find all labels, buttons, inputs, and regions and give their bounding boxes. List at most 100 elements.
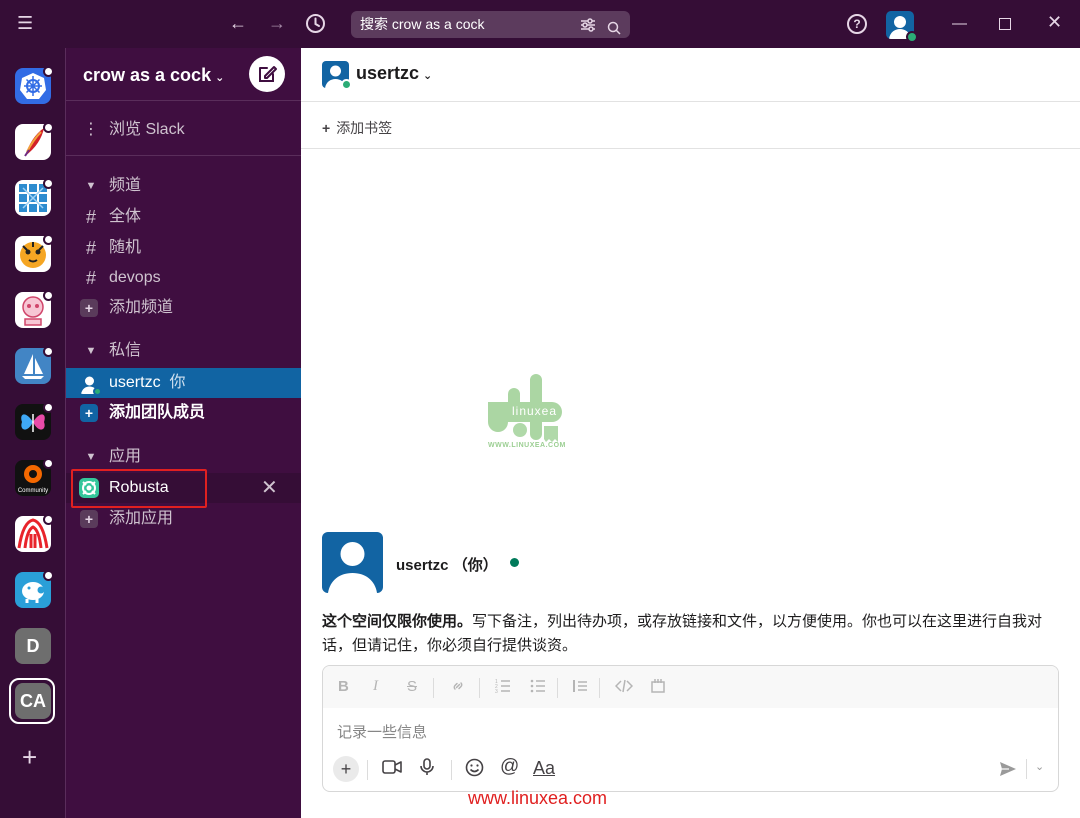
send-icon[interactable]: [999, 760, 1017, 778]
add-channel-label: 添加频道: [109, 299, 174, 316]
section-channels[interactable]: ▼ 频道: [66, 171, 302, 201]
bold-icon[interactable]: B: [338, 678, 349, 695]
add-app[interactable]: + 添加应用: [66, 504, 302, 534]
add-workspace-icon[interactable]: +: [22, 744, 37, 770]
add-app-label: 添加应用: [109, 510, 174, 527]
sidebar: crow as a cock ⌄ ⋮ 浏览 Slack ▼ 频道 # 全体 # 随…: [65, 48, 302, 818]
unread-dot: [43, 458, 54, 469]
attach-plus-button[interactable]: +: [333, 756, 359, 782]
maximize-icon[interactable]: [999, 18, 1011, 30]
filter-icon[interactable]: [580, 11, 596, 41]
add-team-member[interactable]: + 添加团队成员: [66, 398, 302, 428]
search-bar[interactable]: 搜索 crow as a cock: [351, 11, 630, 38]
format-text-icon[interactable]: Aa: [533, 758, 555, 779]
profile-avatar[interactable]: [322, 532, 383, 593]
profile-name[interactable]: usertzc （你）: [396, 554, 498, 575]
blockquote-icon[interactable]: [572, 678, 588, 698]
unread-dot: [43, 66, 54, 77]
channel-title[interactable]: usertzc ⌄: [356, 63, 432, 84]
hash-icon: #: [85, 207, 96, 227]
minimize-icon[interactable]: —: [952, 15, 967, 33]
channel-header: usertzc ⌄: [301, 48, 1080, 102]
dm-user-label: usertzc: [109, 374, 161, 391]
search-text: 搜索 crow as a cock: [360, 16, 485, 32]
channel-label: devops: [109, 269, 161, 286]
workspace-ca[interactable]: CA: [15, 683, 51, 719]
forward-arrow-icon[interactable]: →: [268, 13, 286, 33]
search-icon[interactable]: [607, 17, 621, 35]
unread-dot: [43, 290, 54, 301]
caret-down-icon: ▼: [85, 345, 97, 357]
online-status-dot: [93, 387, 102, 396]
workspace-name[interactable]: crow as a cock ⌄: [83, 65, 224, 86]
history-icon[interactable]: [305, 13, 326, 39]
watermark-footer-url: www.linuxea.com: [468, 788, 608, 808]
unread-dot: [43, 178, 54, 189]
unread-dot: [43, 346, 54, 357]
emoji-icon[interactable]: [465, 758, 484, 782]
add-channel[interactable]: + 添加频道: [66, 293, 302, 323]
more-vertical-icon: ⋮: [83, 121, 99, 138]
close-window-icon[interactable]: ✕: [1047, 13, 1062, 31]
add-bookmark-label: 添加书签: [336, 120, 393, 136]
menu-icon[interactable]: ☰: [17, 13, 33, 33]
divider: [433, 678, 434, 698]
main-pane: usertzc ⌄ + 添加书签 linuxea WWW.LINUXEA.COM u…: [301, 48, 1080, 818]
bookmark-bar: + 添加书签: [301, 102, 1080, 149]
plus-icon: +: [322, 120, 331, 136]
message-input[interactable]: 记录一些信息: [337, 721, 427, 742]
channel-title-text: usertzc: [356, 63, 420, 83]
svg-text:3: 3: [495, 689, 498, 694]
ordered-list-icon[interactable]: 123: [495, 678, 511, 698]
online-status-dot: [906, 31, 918, 43]
unread-dot: [43, 122, 54, 133]
channel-item[interactable]: # devops: [66, 263, 302, 293]
caret-down-icon: ▼: [85, 180, 97, 192]
code-block-icon[interactable]: [650, 678, 666, 698]
help-icon[interactable]: ?: [847, 14, 867, 34]
channel-item[interactable]: # 全体: [66, 202, 302, 232]
strikethrough-icon[interactable]: S: [407, 678, 417, 695]
divider: [66, 155, 302, 156]
workspace-d[interactable]: D: [15, 628, 51, 664]
add-member-label: 添加团队成员: [109, 404, 206, 421]
section-label: 频道: [109, 177, 142, 194]
workspace-rail: Community D CA +: [0, 48, 65, 818]
highlight-annotation: [71, 469, 207, 508]
divider: [479, 678, 480, 698]
close-icon[interactable]: ✕: [261, 473, 278, 503]
italic-icon[interactable]: I: [373, 678, 378, 695]
unread-dot: [43, 570, 54, 581]
caret-down-icon: ▼: [85, 451, 97, 463]
microphone-icon[interactable]: [419, 758, 435, 781]
browse-label: 浏览 Slack: [109, 121, 185, 138]
code-icon[interactable]: [614, 678, 634, 698]
add-bookmark-button[interactable]: + 添加书签: [322, 118, 392, 138]
online-status-dot: [510, 558, 519, 567]
browse-slack[interactable]: ⋮ 浏览 Slack: [66, 115, 302, 145]
section-label: 应用: [109, 448, 142, 465]
unread-dot: [43, 402, 54, 413]
intro-bold: 这个空间仅限你使用。: [322, 613, 473, 630]
intro-text: 这个空间仅限你使用。写下备注，列出待办项，或存放链接和文件，以方便使用。你也可以…: [322, 610, 1057, 658]
formatting-toolbar: B I S 123: [323, 666, 1058, 708]
video-icon[interactable]: [382, 758, 402, 781]
channel-label: 随机: [109, 239, 142, 256]
channel-item[interactable]: # 随机: [66, 233, 302, 263]
bullet-list-icon[interactable]: [530, 678, 546, 698]
link-icon[interactable]: [450, 678, 466, 698]
chevron-down-icon[interactable]: ⌄: [1035, 760, 1044, 773]
divider: [66, 100, 302, 101]
plus-icon: +: [80, 510, 98, 528]
watermark-url: WWW.LINUXEA.COM: [488, 442, 566, 449]
section-apps[interactable]: ▼ 应用: [66, 442, 302, 472]
channel-label: 全体: [109, 208, 142, 225]
section-dms[interactable]: ▼ 私信: [66, 336, 302, 366]
back-arrow-icon[interactable]: ←: [229, 13, 247, 33]
compose-button[interactable]: [249, 56, 285, 92]
plus-icon: +: [80, 299, 98, 317]
mention-icon[interactable]: @: [500, 756, 519, 778]
dm-item-usertzc[interactable]: usertzc 你: [66, 368, 302, 398]
dm-you-label: 你: [169, 374, 186, 391]
chevron-down-icon: ⌄: [423, 70, 433, 82]
